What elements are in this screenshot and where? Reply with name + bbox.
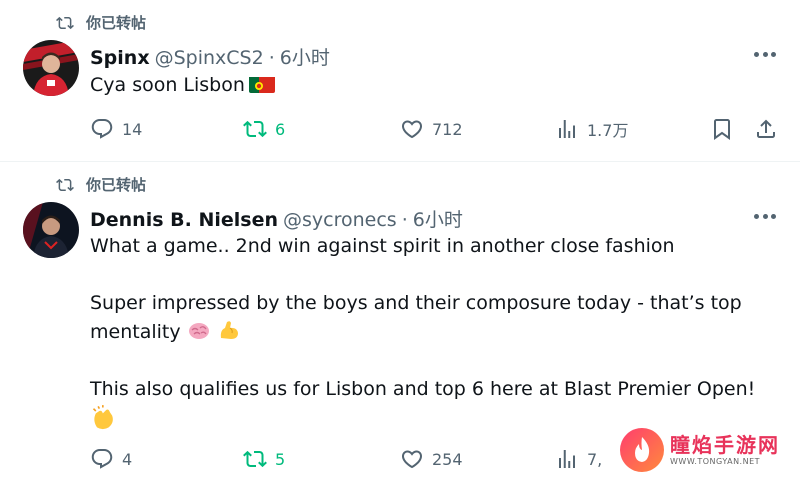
tweet-header: Dennis B. Nielsen @sycronecs · 6小时 — [90, 205, 463, 232]
reply-button[interactable]: 4 — [90, 447, 132, 471]
tweet-text: Cya soon Lisbon — [90, 71, 770, 100]
reply-icon — [91, 449, 113, 469]
more-options-icon[interactable] — [754, 50, 776, 58]
reply-count: 4 — [122, 449, 133, 469]
flexed-biceps-emoji-icon — [220, 321, 238, 339]
watermark-title: 瞳焰手游网 — [670, 433, 780, 457]
views-chart-icon — [559, 120, 575, 138]
views-count: 7, — [587, 449, 603, 469]
retweet-icon — [243, 450, 267, 468]
separator-dot: · — [268, 47, 275, 69]
tweet-text: What a game.. 2nd win against spirit in … — [90, 232, 770, 437]
retweet-count: 5 — [275, 449, 286, 469]
retweet-label: 你已转帖 — [86, 176, 147, 194]
separator-dot: · — [401, 209, 408, 231]
tweet-line: mentality — [90, 321, 181, 343]
bookmark-icon — [714, 119, 730, 140]
user-handle[interactable]: @SpinxCS2 — [155, 47, 264, 69]
tweet-header: Spinx @SpinxCS2 · 6小时 — [90, 43, 330, 70]
tweet-line: Cya soon Lisbon — [90, 74, 245, 96]
portugal-flag-icon — [248, 75, 275, 93]
watermark: 瞳焰手游网 WWW.TONGYAN.NET — [612, 422, 800, 477]
reply-button[interactable]: 14 — [90, 117, 142, 141]
like-count: 254 — [432, 449, 463, 469]
retweet-label: 你已转帖 — [86, 14, 147, 32]
tweet-line: What a game.. 2nd win against spirit in … — [90, 235, 675, 257]
like-button[interactable]: 712 — [400, 117, 463, 141]
views-button[interactable]: 7, — [555, 447, 602, 471]
retweet-icon — [56, 178, 74, 191]
clapping-hands-emoji-icon — [92, 405, 113, 430]
timestamp[interactable]: 6小时 — [280, 43, 330, 70]
retweet-icon — [243, 120, 267, 138]
reply-count: 14 — [122, 119, 143, 139]
retweet-context: 你已转帖 — [56, 12, 146, 33]
tweet-line: This also qualifies us for Lisbon and to… — [90, 378, 756, 400]
heart-icon — [401, 450, 423, 469]
share-button[interactable] — [754, 117, 786, 141]
retweet-button[interactable]: 5 — [243, 447, 285, 471]
heart-icon — [401, 120, 423, 139]
timestamp[interactable]: 6小时 — [413, 205, 463, 232]
views-count: 1.7万 — [587, 121, 629, 140]
views-button[interactable]: 1.7万 — [555, 117, 628, 141]
like-count: 712 — [432, 119, 463, 139]
tweet-line: Super impressed by the boys and their co… — [90, 292, 742, 314]
reply-icon — [91, 119, 113, 139]
more-options-icon[interactable] — [754, 212, 776, 220]
flame-logo-icon — [620, 427, 664, 472]
display-name[interactable]: Dennis B. Nielsen — [90, 209, 278, 231]
retweet-count: 6 — [275, 119, 286, 139]
like-button[interactable]: 254 — [400, 447, 463, 471]
retweet-context: 你已转帖 — [56, 174, 146, 195]
share-icon — [757, 119, 775, 138]
bookmark-button[interactable] — [710, 117, 742, 141]
watermark-url: WWW.TONGYAN.NET — [670, 457, 761, 466]
retweet-button[interactable]: 6 — [243, 117, 285, 141]
avatar[interactable] — [23, 40, 79, 96]
avatar[interactable] — [23, 202, 79, 258]
tweet-actions: 14 6 712 1.7万 — [90, 117, 790, 141]
brain-emoji-icon — [188, 323, 209, 339]
tweet-card[interactable]: 你已转帖 Spinx @SpinxCS2 · 6小时 Cya soon Lisb… — [0, 0, 800, 161]
display-name[interactable]: Spinx — [90, 47, 150, 69]
views-chart-icon — [559, 450, 575, 468]
retweet-icon — [56, 16, 74, 29]
user-handle[interactable]: @sycronecs — [283, 209, 397, 231]
